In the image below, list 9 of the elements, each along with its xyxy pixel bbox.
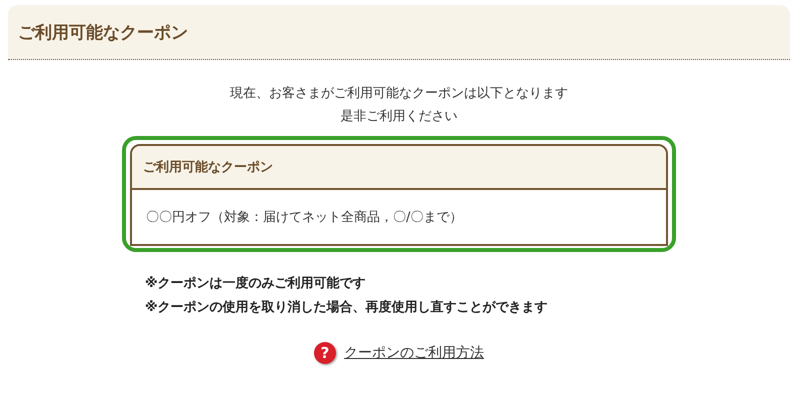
help-link[interactable]: クーポンのご利用方法	[344, 344, 484, 362]
intro-text: 現在、お客さまがご利用可能なクーポンは以下となります	[229, 85, 569, 103]
help-icon: ?	[314, 342, 336, 364]
card-title: ご利用可能なクーポン	[143, 159, 273, 176]
page-title: ご利用可能なクーポン	[18, 22, 188, 44]
intro-text: 是非ご利用ください	[340, 108, 458, 126]
note-text: ※クーポンの使用を取り消した場合、再度使用し直すことができます	[145, 298, 549, 317]
coupon-text: 〇〇円オフ（対象：届けてネット全商品，〇/〇まで）	[146, 209, 462, 226]
note-text: ※クーポンは一度のみご利用可能です	[145, 274, 367, 293]
